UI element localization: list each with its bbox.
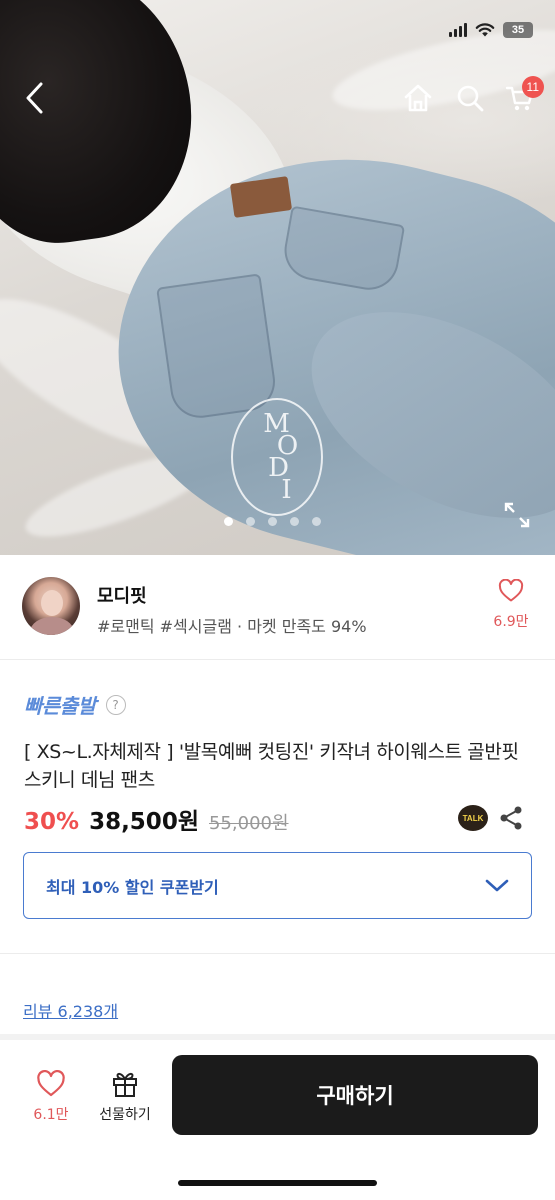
seller-like-button[interactable]: 6.9만	[489, 578, 533, 631]
heart-icon	[498, 578, 524, 602]
gift-button[interactable]: 선물하기	[90, 1068, 160, 1124]
cart-button[interactable]: 11	[500, 76, 544, 118]
chevron-down-icon	[485, 879, 509, 891]
search-icon	[457, 85, 484, 112]
watermark-letter: I	[281, 475, 293, 505]
heart-icon	[37, 1069, 65, 1097]
carousel-dot[interactable]	[290, 517, 299, 526]
seller-name[interactable]: 모디핏	[97, 582, 147, 608]
share-button[interactable]	[497, 804, 525, 832]
coupon-label: 최대 10% 할인 쿠폰받기	[46, 877, 219, 897]
carousel-dot[interactable]	[312, 517, 321, 526]
coupon-button[interactable]: 최대 10% 할인 쿠폰받기	[23, 852, 532, 919]
back-pocket	[156, 273, 279, 422]
discount-rate: 30%	[24, 809, 80, 835]
buy-button[interactable]: 구매하기	[172, 1055, 538, 1135]
carousel-dot[interactable]	[224, 517, 233, 526]
cart-count-badge: 11	[521, 76, 544, 98]
fast-shipping-label: 빠른출발	[24, 694, 96, 718]
divider	[0, 953, 555, 954]
fast-shipping: 빠른출발 ?	[24, 690, 126, 719]
expand-icon	[504, 502, 530, 528]
kakao-talk-button[interactable]: TALK	[458, 805, 488, 831]
search-button[interactable]	[450, 78, 490, 118]
avatar-body	[30, 617, 74, 635]
wifi-icon	[475, 23, 495, 37]
seller-like-count: 6.9만	[493, 614, 529, 630]
share-icon	[500, 806, 522, 830]
bottom-action-bar: 6.1만 선물하기 구매하기	[0, 1040, 555, 1200]
product-title: [ XS~L.자체제작 ] '발목예뻐 컷팅진' 키작녀 하이웨스트 골반핏 스…	[24, 741, 519, 791]
avatar-face	[41, 590, 63, 616]
status-bar: 35	[449, 22, 533, 38]
original-price: 55,000원	[208, 813, 289, 834]
like-button[interactable]: 6.1만	[25, 1069, 77, 1124]
help-icon[interactable]: ?	[105, 694, 126, 715]
home-indicator	[178, 1180, 377, 1186]
like-count: 6.1만	[33, 1107, 69, 1123]
seller-row[interactable]: 모디핏 #로맨틱 #섹시글램 · 마켓 만족도 94% 6.9만	[0, 555, 555, 660]
battery-icon: 35	[503, 22, 533, 38]
product-image[interactable]: M O D I 35 11	[0, 0, 555, 555]
signal-icon	[449, 23, 467, 37]
review-link[interactable]: 리뷰 6,238개	[23, 998, 118, 1022]
home-icon	[404, 84, 432, 112]
brand-watermark: M O D I	[231, 398, 323, 516]
chevron-left-icon	[26, 82, 43, 114]
seller-avatar[interactable]	[22, 577, 80, 635]
carousel-dot[interactable]	[246, 517, 255, 526]
gift-icon	[113, 1072, 137, 1097]
home-button[interactable]	[398, 78, 438, 118]
back-button[interactable]	[14, 78, 54, 118]
carousel-indicator	[224, 517, 321, 526]
carousel-dot[interactable]	[268, 517, 277, 526]
expand-image-button[interactable]	[500, 498, 534, 532]
gift-label: 선물하기	[99, 1107, 151, 1123]
seller-tags: #로맨틱 #섹시글램 · 마켓 만족도 94%	[97, 617, 367, 636]
sale-price: 38,500원	[89, 809, 199, 835]
